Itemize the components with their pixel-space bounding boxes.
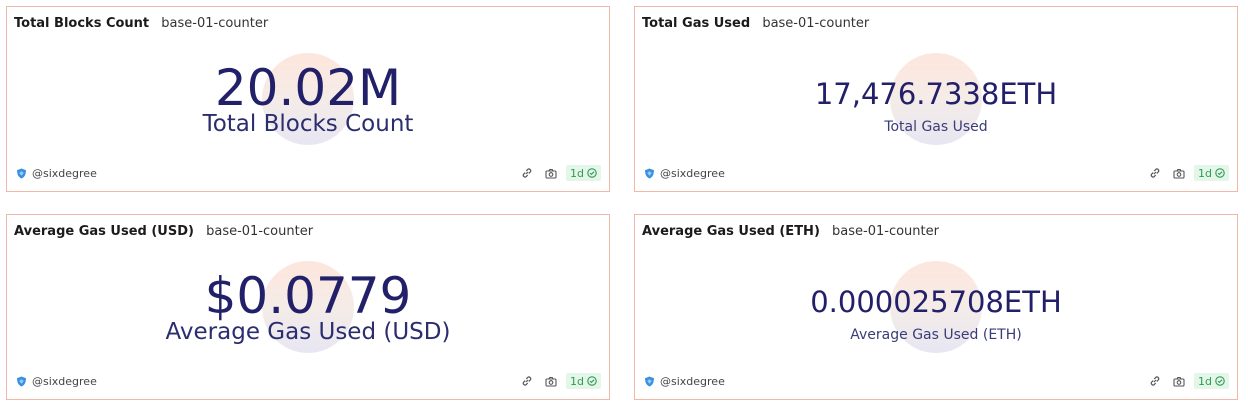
card-tools: 1d [510, 373, 601, 389]
counter-label: Average Gas Used (USD) [165, 319, 451, 345]
card-header: Average Gas Used (USD) base-01-counter [14, 224, 313, 239]
check-circle-icon [1215, 376, 1225, 386]
counter-card-total-blocks: Total Blocks Count base-01-counter 20.02… [6, 6, 610, 192]
shield-avatar-icon [16, 167, 27, 179]
card-tools: 1d [1138, 373, 1229, 389]
counter-value: 17,476.7338ETH [814, 77, 1058, 111]
card-tools: 1d [1138, 165, 1229, 181]
check-circle-icon [587, 376, 597, 386]
refresh-status-badge[interactable]: 1d [1194, 165, 1229, 181]
check-circle-icon [1215, 168, 1225, 178]
link-icon[interactable] [520, 166, 534, 180]
author-name: @sixdegree [32, 166, 97, 180]
counter-value: 20.02M [214, 59, 402, 117]
card-footer: @sixdegree 1d [16, 372, 601, 390]
shield-avatar-icon [644, 167, 655, 179]
card-subtitle: base-01-counter [161, 16, 269, 31]
card-subtitle: base-01-counter [206, 224, 314, 239]
check-circle-icon [587, 168, 597, 178]
link-icon[interactable] [1148, 166, 1162, 180]
card-header: Total Gas Used base-01-counter [642, 16, 869, 31]
link-icon[interactable] [1148, 374, 1162, 388]
refresh-interval: 1d [1198, 374, 1212, 388]
counter-label: Total Gas Used [884, 119, 988, 135]
counter-card-total-gas: Total Gas Used base-01-counter 17,476.73… [634, 6, 1238, 192]
refresh-status-badge[interactable]: 1d [566, 165, 601, 181]
card-header: Average Gas Used (ETH) base-01-counter [642, 224, 939, 239]
refresh-status-badge[interactable]: 1d [1194, 373, 1229, 389]
camera-icon[interactable] [1172, 166, 1186, 180]
card-title[interactable]: Average Gas Used (USD) [14, 224, 194, 239]
card-title[interactable]: Total Gas Used [642, 16, 750, 31]
card-tools: 1d [510, 165, 601, 181]
camera-icon[interactable] [544, 166, 558, 180]
refresh-interval: 1d [1198, 166, 1212, 180]
counter-card-avg-gas-eth: Average Gas Used (ETH) base-01-counter 0… [634, 214, 1238, 400]
refresh-interval: 1d [570, 374, 584, 388]
card-title[interactable]: Average Gas Used (ETH) [642, 224, 820, 239]
author-link[interactable]: @sixdegree [644, 167, 725, 180]
counter-label: Total Blocks Count [202, 111, 414, 137]
card-footer: @sixdegree 1d [644, 164, 1229, 182]
card-header: Total Blocks Count base-01-counter [14, 16, 268, 31]
author-link[interactable]: @sixdegree [16, 167, 97, 180]
counter-value: $0.0779 [204, 267, 412, 325]
author-name: @sixdegree [660, 374, 725, 388]
author-name: @sixdegree [660, 166, 725, 180]
counter-value: 0.000025708ETH [810, 285, 1062, 319]
author-link[interactable]: @sixdegree [16, 375, 97, 388]
card-title[interactable]: Total Blocks Count [14, 16, 149, 31]
camera-icon[interactable] [1172, 374, 1186, 388]
card-subtitle: base-01-counter [762, 16, 870, 31]
link-icon[interactable] [520, 374, 534, 388]
author-link[interactable]: @sixdegree [644, 375, 725, 388]
shield-avatar-icon [644, 375, 655, 387]
counter-card-avg-gas-usd: Average Gas Used (USD) base-01-counter $… [6, 214, 610, 400]
refresh-interval: 1d [570, 166, 584, 180]
refresh-status-badge[interactable]: 1d [566, 373, 601, 389]
shield-avatar-icon [16, 375, 27, 387]
counter-label: Average Gas Used (ETH) [850, 327, 1022, 343]
author-name: @sixdegree [32, 374, 97, 388]
card-footer: @sixdegree 1d [644, 372, 1229, 390]
camera-icon[interactable] [544, 374, 558, 388]
card-footer: @sixdegree 1d [16, 164, 601, 182]
card-subtitle: base-01-counter [832, 224, 939, 239]
